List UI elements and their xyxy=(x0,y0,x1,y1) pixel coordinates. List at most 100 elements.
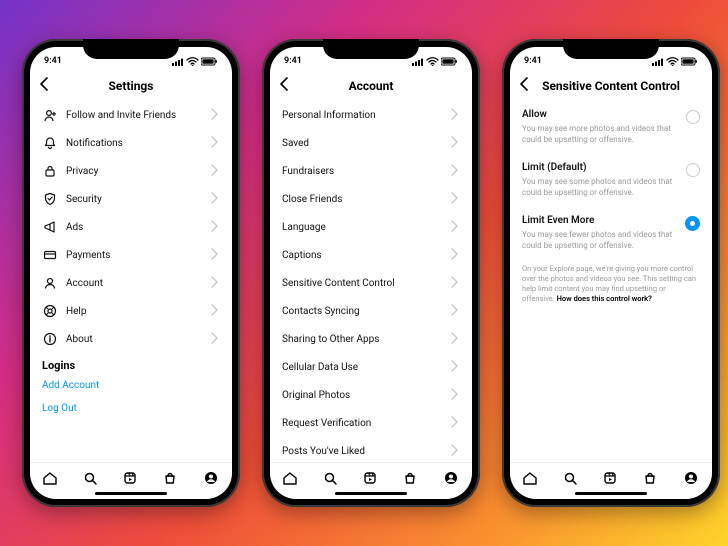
chevron-right-icon xyxy=(448,331,460,348)
tab-home[interactable] xyxy=(282,471,298,491)
settings-row-user[interactable]: Account xyxy=(30,269,232,297)
settings-list: Follow and Invite FriendsNotificationsPr… xyxy=(30,101,232,462)
option-title: Limit Even More xyxy=(522,214,677,228)
profile-icon xyxy=(204,471,220,487)
settings-row-bell[interactable]: Notifications xyxy=(30,129,232,157)
life-icon xyxy=(42,304,58,318)
account-row-label: Original Photos xyxy=(282,390,448,401)
tab-search[interactable] xyxy=(83,471,99,491)
shop-icon xyxy=(643,471,659,487)
signal-icon xyxy=(652,57,664,66)
account-row-label: Captions xyxy=(282,250,448,261)
profile-icon xyxy=(444,471,460,487)
tab-shop[interactable] xyxy=(403,471,419,491)
footer-note: On your Explore page, we're giving you m… xyxy=(510,260,712,304)
settings-row-person-plus[interactable]: Follow and Invite Friends xyxy=(30,101,232,129)
tab-profile[interactable] xyxy=(684,471,700,491)
chevron-right-icon xyxy=(208,135,220,152)
option-title: Allow xyxy=(522,108,678,122)
back-button[interactable] xyxy=(518,76,532,96)
settings-row-label: Ads xyxy=(66,222,208,233)
status-time: 9:41 xyxy=(44,56,62,66)
radio-unselected-icon xyxy=(686,110,700,124)
sensitive-option[interactable]: AllowYou may see more photos and videos … xyxy=(510,101,712,154)
battery-icon xyxy=(681,57,698,66)
tab-profile[interactable] xyxy=(444,471,460,491)
notch xyxy=(323,39,419,59)
radio-unselected-icon xyxy=(686,163,700,177)
how-does-this-work-link[interactable]: How does this control work? xyxy=(557,294,652,303)
settings-row-lock[interactable]: Privacy xyxy=(30,157,232,185)
settings-row-info[interactable]: About xyxy=(30,325,232,353)
tab-reels[interactable] xyxy=(603,471,619,491)
chevron-right-icon xyxy=(448,219,460,236)
status-time: 9:41 xyxy=(524,56,542,66)
chevron-right-icon xyxy=(448,247,460,264)
tab-search[interactable] xyxy=(563,471,579,491)
notch xyxy=(563,39,659,59)
tab-shop[interactable] xyxy=(163,471,179,491)
wifi-icon xyxy=(666,56,679,66)
account-row[interactable]: Sharing to Other Apps xyxy=(270,325,472,353)
header: Account xyxy=(270,71,472,101)
account-row[interactable]: Saved xyxy=(270,129,472,157)
tab-search[interactable] xyxy=(323,471,339,491)
tab-reels[interactable] xyxy=(363,471,379,491)
account-row[interactable]: Close Friends xyxy=(270,185,472,213)
tab-reels[interactable] xyxy=(123,471,139,491)
account-row[interactable]: Fundraisers xyxy=(270,157,472,185)
account-row[interactable]: Personal Information xyxy=(270,101,472,129)
chevron-right-icon xyxy=(208,303,220,320)
add-account-link[interactable]: Add Account xyxy=(30,374,232,397)
chevron-right-icon xyxy=(208,331,220,348)
reels-icon xyxy=(603,471,619,487)
account-row[interactable]: Request Verification xyxy=(270,409,472,437)
tab-home[interactable] xyxy=(522,471,538,491)
tab-shop[interactable] xyxy=(643,471,659,491)
account-row[interactable]: Contacts Syncing xyxy=(270,297,472,325)
tab-home[interactable] xyxy=(42,471,58,491)
account-row-label: Saved xyxy=(282,138,448,149)
settings-row-card[interactable]: Payments xyxy=(30,241,232,269)
page-title: Account xyxy=(270,79,472,93)
wifi-icon xyxy=(426,56,439,66)
account-row[interactable]: Cellular Data Use xyxy=(270,353,472,381)
page-title: Settings xyxy=(30,79,232,93)
account-row[interactable]: Sensitive Content Control xyxy=(270,269,472,297)
account-row[interactable]: Posts You've Liked xyxy=(270,437,472,462)
settings-row-shield[interactable]: Security xyxy=(30,185,232,213)
shop-icon xyxy=(163,471,179,487)
back-icon xyxy=(518,76,532,92)
back-button[interactable] xyxy=(278,76,292,96)
info-icon xyxy=(42,332,58,346)
home-icon xyxy=(42,471,58,487)
chevron-right-icon xyxy=(208,275,220,292)
shield-icon xyxy=(42,192,58,206)
back-button[interactable] xyxy=(38,76,52,96)
profile-icon xyxy=(684,471,700,487)
settings-row-megaphone[interactable]: Ads xyxy=(30,213,232,241)
sensitive-options: AllowYou may see more photos and videos … xyxy=(510,101,712,462)
sensitive-option[interactable]: Limit (Default)You may see some photos a… xyxy=(510,154,712,207)
account-row[interactable]: Original Photos xyxy=(270,381,472,409)
phone-sensitive-content: 9:41 Sensitive Content Control AllowYou … xyxy=(502,39,720,507)
log-out-link[interactable]: Log Out xyxy=(30,397,232,420)
search-icon xyxy=(83,471,99,487)
back-icon xyxy=(278,76,292,92)
account-row-label: Cellular Data Use xyxy=(282,362,448,373)
person-plus-icon xyxy=(42,108,58,122)
signal-icon xyxy=(412,57,424,66)
option-desc: You may see some photos and videos that … xyxy=(522,176,678,198)
chevron-right-icon xyxy=(448,163,460,180)
sensitive-option[interactable]: Limit Even MoreYou may see fewer photos … xyxy=(510,207,712,260)
bell-icon xyxy=(42,136,58,150)
search-icon xyxy=(323,471,339,487)
account-row[interactable]: Language xyxy=(270,213,472,241)
settings-row-life[interactable]: Help xyxy=(30,297,232,325)
account-row[interactable]: Captions xyxy=(270,241,472,269)
tab-profile[interactable] xyxy=(204,471,220,491)
chevron-right-icon xyxy=(208,191,220,208)
account-row-label: Language xyxy=(282,222,448,233)
chevron-right-icon xyxy=(448,415,460,432)
page-title: Sensitive Content Control xyxy=(510,79,712,93)
